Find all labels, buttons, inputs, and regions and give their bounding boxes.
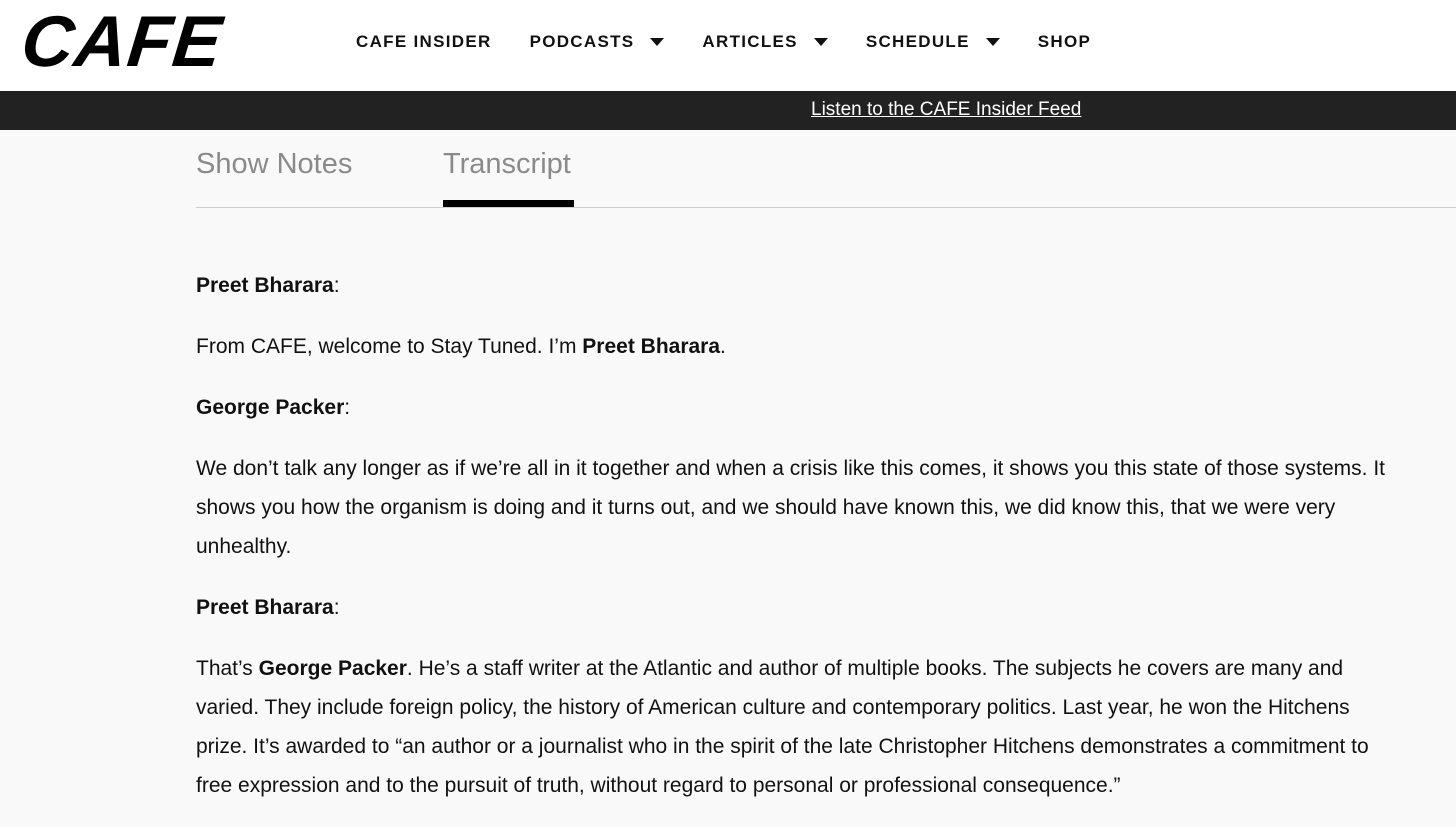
speaker-name: Preet Bharara bbox=[196, 274, 334, 297]
speaker-mention: Preet Bharara bbox=[582, 335, 721, 358]
speaker-name: Preet Bharara bbox=[196, 596, 334, 619]
speaker-line: Preet Bharara: bbox=[196, 266, 1456, 305]
paragraph-line: We don’t talk any longer as if we’re all… bbox=[196, 457, 1385, 480]
transcript-paragraph: From CAFE, welcome to Stay Tuned. I’m Pr… bbox=[196, 327, 1456, 366]
caret-down-icon bbox=[813, 38, 828, 46]
speaker-name: George Packer bbox=[196, 396, 345, 419]
nav-item-label: CAFE INSIDER bbox=[356, 32, 492, 51]
main-nav: CAFE INSIDER PODCASTS ARTICLES SCHEDULE … bbox=[356, 30, 1129, 54]
nav-item-articles[interactable]: ARTICLES bbox=[702, 32, 828, 52]
nav-item-schedule[interactable]: SCHEDULE bbox=[866, 32, 1000, 52]
nav-item-label: PODCASTS bbox=[529, 32, 635, 51]
transcript-paragraph: We don’t talk any longer as if we’re all… bbox=[196, 449, 1456, 566]
caret-down-icon bbox=[650, 38, 665, 46]
promo-banner: Listen to the CAFE Insider Feed bbox=[0, 91, 1456, 130]
active-tab-indicator bbox=[443, 200, 574, 207]
speaker-colon: : bbox=[333, 596, 340, 619]
transcript-body: Preet Bharara: From CAFE, welcome to Sta… bbox=[196, 266, 1456, 827]
content-tabs: Show Notes Transcript bbox=[196, 130, 1456, 208]
nav-item-label: SHOP bbox=[1037, 32, 1092, 51]
paragraph-text: That’s bbox=[196, 657, 259, 680]
speaker-colon: : bbox=[333, 274, 340, 297]
paragraph-text: From CAFE, welcome to Stay Tuned. I’m bbox=[196, 335, 583, 358]
paragraph-line: unhealthy. bbox=[196, 535, 292, 558]
speaker-mention: George Packer bbox=[258, 657, 407, 680]
transcript-paragraph: That’s George Packer. He’s a staff write… bbox=[196, 649, 1456, 805]
nav-item-label: SCHEDULE bbox=[865, 32, 970, 51]
speaker-line: Preet Bharara: bbox=[196, 588, 1456, 627]
site-header: CAFE CAFE INSIDER PODCASTS ARTICLES SCHE… bbox=[0, 0, 1456, 91]
tab-show-notes[interactable]: Show Notes bbox=[196, 148, 352, 181]
caret-down-icon bbox=[985, 38, 1000, 46]
nav-item-label: ARTICLES bbox=[702, 32, 798, 51]
tab-transcript[interactable]: Transcript bbox=[443, 148, 571, 181]
speaker-line: George Packer: bbox=[196, 388, 1456, 427]
cafe-logo[interactable]: CAFE bbox=[18, 2, 226, 82]
nav-item-podcasts[interactable]: PODCASTS bbox=[530, 32, 665, 52]
nav-item-cafe-insider[interactable]: CAFE INSIDER bbox=[356, 32, 492, 52]
paragraph-line: prize. It’s awarded to “an author or a j… bbox=[196, 735, 1369, 758]
paragraph-text: . bbox=[720, 335, 726, 358]
paragraph-line: . He’s a staff writer at the Atlantic an… bbox=[406, 657, 1344, 680]
nav-item-shop[interactable]: SHOP bbox=[1038, 32, 1091, 52]
paragraph-line: shows you how the organism is doing and … bbox=[196, 496, 1336, 519]
paragraph-line: free expression and to the pursuit of tr… bbox=[196, 774, 1121, 797]
insider-feed-link[interactable]: Listen to the CAFE Insider Feed bbox=[811, 99, 1081, 121]
paragraph-line: varied. They include foreign policy, the… bbox=[196, 696, 1350, 719]
speaker-colon: : bbox=[344, 396, 351, 419]
